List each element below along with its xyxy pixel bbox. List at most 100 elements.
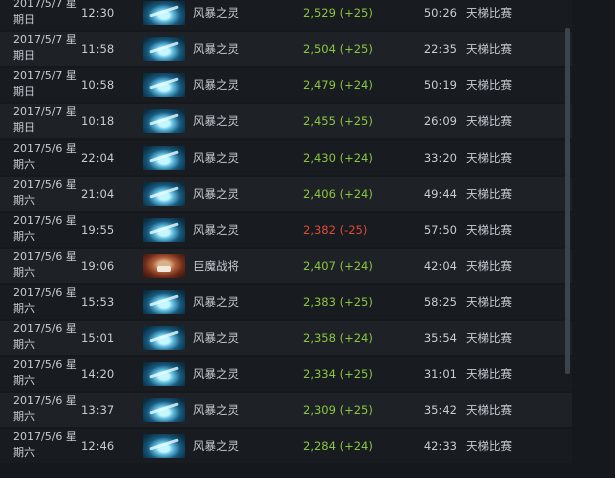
match-weekday: 期六 [13,446,35,459]
storm-spirit-icon[interactable] [143,434,185,458]
match-date-line: 2017/5/6 星 [13,394,77,407]
game-mode: 天梯比赛 [466,223,512,237]
game-mode: 天梯比赛 [466,78,512,92]
match-date: 2017/5/6 星期六 [13,141,81,173]
mmr-change: 2,504 (+25) [303,42,373,56]
match-time: 12:46 [81,439,115,453]
storm-spirit-icon[interactable] [143,109,185,133]
hero-name: 风暴之灵 [193,403,239,417]
match-time: 11:58 [81,42,115,56]
match-row[interactable]: 2017/5/7 星期日 10:18 风暴之灵 2,455 (+25) 26:09 天梯比… [0,104,572,138]
match-date-line: 2017/5/6 星 [13,286,77,299]
hero-name: 风暴之灵 [193,187,239,201]
hero-name: 风暴之灵 [193,78,239,92]
match-time: 14:20 [81,367,115,381]
hero-name: 风暴之灵 [193,439,239,453]
game-mode: 天梯比赛 [466,114,512,128]
match-row[interactable]: 2017/5/6 星期六 21:04 风暴之灵 2,406 (+24) 49:44 天梯比… [0,177,572,211]
match-row[interactable]: 2017/5/6 星期六 14:20 风暴之灵 2,334 (+25) 31:01 天梯比… [0,357,572,391]
match-date-line: 2017/5/6 星 [13,358,77,371]
storm-spirit-icon[interactable] [143,290,185,314]
match-date: 2017/5/6 星期六 [13,393,81,425]
match-duration: 57:50 [423,223,457,237]
match-duration: 35:42 [423,403,457,417]
game-mode: 天梯比赛 [466,187,512,201]
match-weekday: 期六 [13,410,35,423]
game-mode: 天梯比赛 [466,151,512,165]
match-row[interactable]: 2017/5/6 星期六 13:37 风暴之灵 2,309 (+25) 35:42 天梯比… [0,393,572,427]
hero-name: 风暴之灵 [193,6,239,20]
match-date-line: 2017/5/6 星 [13,214,77,227]
match-date: 2017/5/6 星期六 [13,177,81,209]
match-history-list: 2017/5/7 星期日 12:30 风暴之灵 2,529 (+25) 50:26 天梯比… [0,0,572,478]
match-duration: 33:20 [423,151,457,165]
match-row[interactable]: 2017/5/7 星期日 11:58 风暴之灵 2,504 (+25) 22:35 天梯比… [0,32,572,66]
storm-spirit-icon[interactable] [143,326,185,350]
match-duration: 50:26 [423,6,457,20]
mmr-change: 2,479 (+24) [303,78,373,92]
match-date-line: 2017/5/7 星 [13,105,77,118]
storm-spirit-icon[interactable] [143,37,185,61]
match-row[interactable]: 2017/5/7 星期日 12:30 风暴之灵 2,529 (+25) 50:26 天梯比… [0,0,572,30]
match-date: 2017/5/6 星期六 [13,429,81,461]
storm-spirit-icon[interactable] [143,146,185,170]
mmr-change: 2,382 (-25) [303,223,368,237]
game-mode: 天梯比赛 [466,367,512,381]
match-date: 2017/5/6 星期六 [13,357,81,389]
mmr-change: 2,358 (+24) [303,331,373,345]
match-duration: 42:04 [423,259,457,273]
match-weekday: 期日 [13,85,35,98]
mmr-change: 2,284 (+24) [303,439,373,453]
storm-spirit-icon[interactable] [143,218,185,242]
match-time: 13:37 [81,403,115,417]
mmr-change: 2,309 (+25) [303,403,373,417]
scrollbar-thumb[interactable] [565,28,570,374]
match-row[interactable]: 2017/5/7 星期日 10:58 风暴之灵 2,479 (+24) 50:19 天梯比… [0,68,572,102]
match-weekday: 期日 [13,121,35,134]
match-row[interactable]: 2017/5/6 星期六 15:53 风暴之灵 2,383 (+25) 58:25 天梯比… [0,285,572,319]
game-mode: 天梯比赛 [466,42,512,56]
match-date-line: 2017/5/7 星 [13,0,77,10]
mmr-change: 2,407 (+24) [303,259,373,273]
hero-name: 风暴之灵 [193,114,239,128]
mmr-change: 2,334 (+25) [303,367,373,381]
match-row[interactable]: 2017/5/6 星期六 22:04 风暴之灵 2,430 (+24) 33:20 天梯比… [0,141,572,175]
storm-spirit-icon[interactable] [143,182,185,206]
hero-name: 风暴之灵 [193,331,239,345]
match-time: 15:53 [81,295,115,309]
match-date-line: 2017/5/7 星 [13,69,77,82]
match-weekday: 期六 [13,338,35,351]
hero-name: 风暴之灵 [193,295,239,309]
hero-name: 巨魔战将 [193,259,239,273]
match-weekday: 期六 [13,230,35,243]
storm-spirit-icon[interactable] [143,362,185,386]
match-weekday: 期六 [13,158,35,171]
match-duration: 35:54 [423,331,457,345]
match-date: 2017/5/6 星期六 [13,213,81,245]
scrollbar-track[interactable] [572,0,615,478]
match-duration: 26:09 [423,114,457,128]
match-date-line: 2017/5/6 星 [13,178,77,191]
storm-spirit-icon[interactable] [143,1,185,25]
mmr-change: 2,430 (+24) [303,151,373,165]
match-duration: 22:35 [423,42,457,56]
match-time: 21:04 [81,187,115,201]
match-row[interactable]: 2017/5/6 星期六 15:01 风暴之灵 2,358 (+24) 35:54 天梯比… [0,321,572,355]
game-mode: 天梯比赛 [466,6,512,20]
storm-spirit-icon[interactable] [143,398,185,422]
hero-name: 风暴之灵 [193,42,239,56]
troll-warlord-icon[interactable] [143,254,185,278]
storm-spirit-icon[interactable] [143,73,185,97]
game-mode: 天梯比赛 [466,331,512,345]
game-mode: 天梯比赛 [466,259,512,273]
match-date: 2017/5/7 星期日 [13,104,81,136]
match-time: 15:01 [81,331,115,345]
match-row[interactable]: 2017/5/6 星期六 19:06 巨魔战将 2,407 (+24) 42:04 天梯比… [0,249,572,283]
match-row[interactable]: 2017/5/6 星期六 19:55 风暴之灵 2,382 (-25) 57:50 天梯比… [0,213,572,247]
game-mode: 天梯比赛 [466,295,512,309]
match-row[interactable]: 2017/5/6 星期六 12:46 风暴之灵 2,284 (+24) 42:33 天梯比… [0,429,572,463]
match-duration: 50:19 [423,78,457,92]
match-date: 2017/5/7 星期日 [13,32,81,64]
match-time: 19:06 [81,259,115,273]
game-mode: 天梯比赛 [466,403,512,417]
